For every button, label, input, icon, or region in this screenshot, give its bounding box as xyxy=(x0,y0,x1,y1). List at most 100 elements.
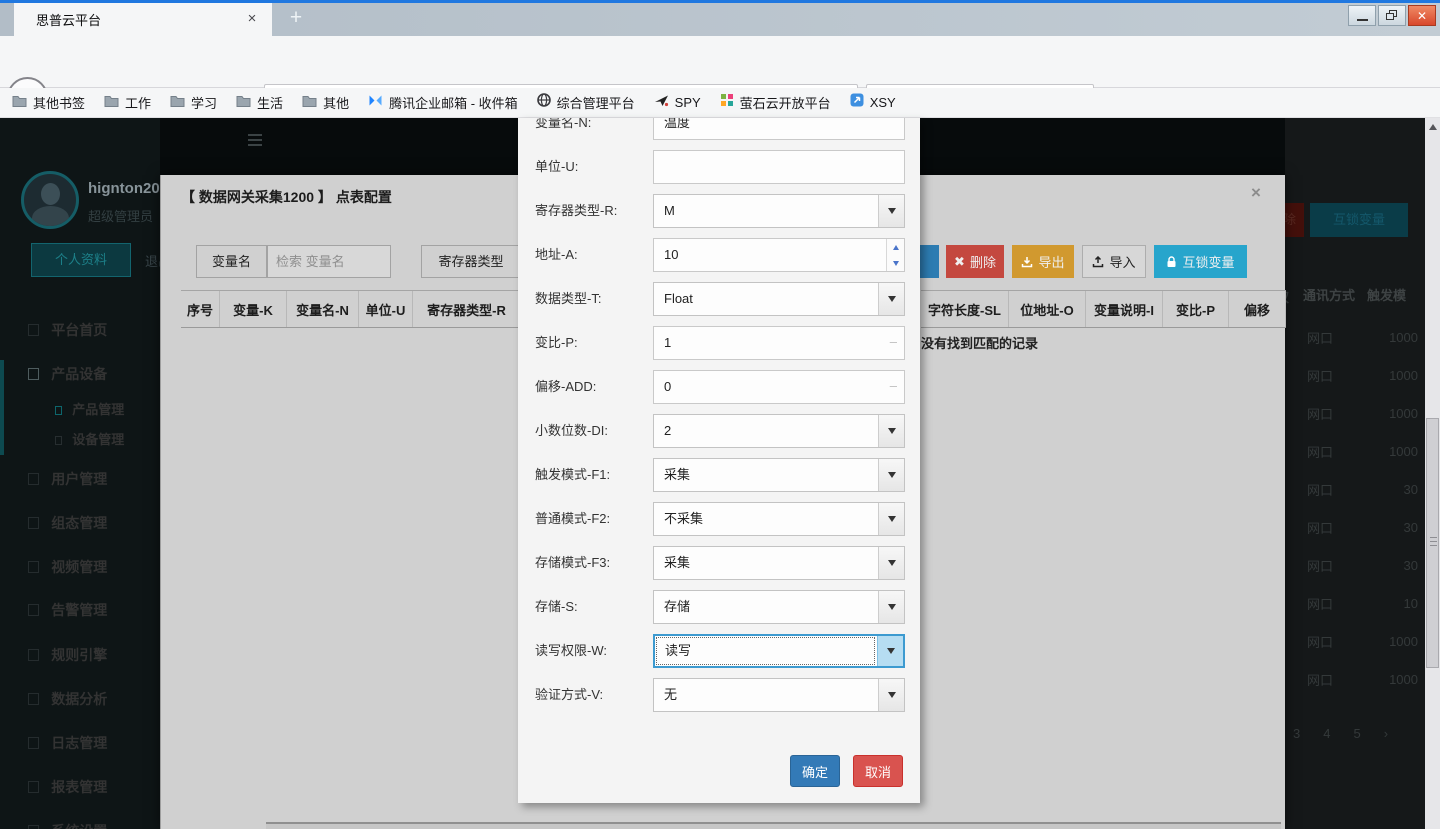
sidebar-item-产品管理[interactable]: 产品管理 xyxy=(0,395,160,425)
minimize-button[interactable] xyxy=(1348,5,1376,26)
cancel-button[interactable]: 取消 xyxy=(853,755,903,787)
field-storage[interactable]: 存储 xyxy=(653,590,905,624)
page-number[interactable]: 3 xyxy=(1293,726,1300,741)
field-trigger-mode[interactable]: 采集 xyxy=(653,458,905,492)
dropdown-arrow-button[interactable] xyxy=(878,503,904,535)
bookmark-item[interactable]: 萤石云开放平台 xyxy=(720,93,831,112)
storage-select[interactable]: 存储 xyxy=(653,590,905,624)
field-offset[interactable]: 0– xyxy=(653,370,905,404)
page-number[interactable]: › xyxy=(1384,726,1388,741)
delete-button[interactable]: ✖删除 xyxy=(946,245,1004,278)
export-button[interactable]: 导出 xyxy=(1012,245,1074,278)
scrollbar-up-arrow[interactable] xyxy=(1429,124,1437,130)
bookmark-item[interactable]: SPY xyxy=(654,94,701,112)
column-header[interactable]: 位地址-O xyxy=(1009,291,1086,327)
column-header[interactable]: 变比-P xyxy=(1163,291,1229,327)
tab-close-icon[interactable]: × xyxy=(242,10,262,30)
sidebar-item-平台首页[interactable]: 平台首页 xyxy=(0,315,160,345)
user-avatar[interactable] xyxy=(21,171,79,229)
bookmark-item[interactable]: 生活 xyxy=(236,93,283,112)
column-header[interactable]: 变量-K xyxy=(220,291,287,327)
offset-input[interactable]: 0 xyxy=(653,370,905,404)
page-number[interactable]: 5 xyxy=(1353,726,1360,741)
dropdown-arrow-button[interactable] xyxy=(878,679,904,711)
scrollbar-thumb[interactable] xyxy=(1426,418,1439,668)
normal-mode-select[interactable]: 不采集 xyxy=(653,502,905,536)
register-type-select[interactable]: M xyxy=(653,194,905,228)
verify-mode-select[interactable]: 无 xyxy=(653,678,905,712)
spin-down-button[interactable] xyxy=(887,255,904,271)
field-verify-mode[interactable]: 无 xyxy=(653,678,905,712)
trigger-mode-select[interactable]: 采集 xyxy=(653,458,905,492)
restore-button[interactable] xyxy=(1378,5,1406,26)
variable-name-input[interactable]: 温度 xyxy=(653,118,905,140)
number-spinner[interactable] xyxy=(886,239,904,271)
bookmark-item[interactable]: 综合管理平台 xyxy=(537,93,635,112)
filter-variable-button[interactable]: 变量名 xyxy=(196,245,267,278)
sidebar-item-视频管理[interactable]: 视频管理 xyxy=(0,552,160,582)
sidebar-item-数据分析[interactable]: 数据分析 xyxy=(0,684,160,714)
sidebar-item-用户管理[interactable]: 用户管理 xyxy=(0,464,160,494)
field-register-type[interactable]: M xyxy=(653,194,905,228)
field-ratio[interactable]: 1– xyxy=(653,326,905,360)
column-header[interactable]: 变量名-N xyxy=(287,291,359,327)
panel-close-icon[interactable]: × xyxy=(1251,183,1261,203)
bookmark-item[interactable]: 腾讯企业邮箱 - 收件箱 xyxy=(368,93,518,112)
sidebar-item-设备管理[interactable]: 设备管理 xyxy=(0,425,160,455)
sidebar-item-报表管理[interactable]: 报表管理 xyxy=(0,772,160,802)
dropdown-arrow-button[interactable] xyxy=(878,547,904,579)
data-type-select[interactable]: Float xyxy=(653,282,905,316)
confirm-button[interactable]: 确定 xyxy=(790,755,840,787)
collapse-sidebar-icon[interactable] xyxy=(248,134,262,149)
field-unit[interactable] xyxy=(653,150,905,184)
unit-input[interactable] xyxy=(653,150,905,184)
field-address[interactable]: 10 xyxy=(653,238,905,272)
sidebar-item-告警管理[interactable]: 告警管理 xyxy=(0,595,160,625)
decimals-select[interactable]: 2 xyxy=(653,414,905,448)
column-header[interactable]: 字符长度-SL xyxy=(921,291,1009,327)
sidebar-item-系统设置[interactable]: 系统设置 xyxy=(0,816,160,829)
bookmark-item[interactable]: 工作 xyxy=(104,93,151,112)
profile-button[interactable]: 个人资料 xyxy=(31,243,131,277)
column-header[interactable]: 变量说明-I xyxy=(1086,291,1163,327)
column-header[interactable]: 序号 xyxy=(181,291,220,327)
column-header[interactable]: 寄存器类型-R xyxy=(413,291,521,327)
dropdown-arrow-button[interactable] xyxy=(878,195,904,227)
column-header[interactable]: 偏移 xyxy=(1229,291,1286,327)
browser-tab[interactable]: 思普云平台 × xyxy=(14,3,272,36)
bookmark-item[interactable]: 其他书签 xyxy=(12,93,85,112)
bookmark-item[interactable]: 其他 xyxy=(302,93,349,112)
sidebar-item-日志管理[interactable]: 日志管理 xyxy=(0,728,160,758)
field-decimals[interactable]: 2 xyxy=(653,414,905,448)
page-scrollbar[interactable] xyxy=(1425,118,1440,829)
import-button[interactable]: 导入 xyxy=(1082,245,1146,278)
column-header[interactable]: 单位-U xyxy=(359,291,413,327)
page-number[interactable]: 4 xyxy=(1323,726,1330,741)
dropdown-arrow-button[interactable] xyxy=(878,459,904,491)
dropdown-arrow-button[interactable] xyxy=(878,415,904,447)
ratio-input[interactable]: 1 xyxy=(653,326,905,360)
filter-register-button[interactable]: 寄存器类型 xyxy=(421,245,521,278)
field-normal-mode[interactable]: 不采集 xyxy=(653,502,905,536)
rw-permission-select[interactable]: 读写 xyxy=(653,634,905,668)
address-input[interactable]: 10 xyxy=(653,238,905,272)
field-storage-mode[interactable]: 采集 xyxy=(653,546,905,580)
variable-search-input[interactable] xyxy=(267,245,391,278)
close-window-button[interactable]: ✕ xyxy=(1408,5,1436,26)
dropdown-arrow-button[interactable] xyxy=(877,636,903,666)
field-data-type[interactable]: Float xyxy=(653,282,905,316)
field-rw-permission[interactable]: 读写 xyxy=(653,634,905,668)
bookmark-item[interactable]: 学习 xyxy=(170,93,217,112)
new-tab-button[interactable]: + xyxy=(282,6,310,32)
interlock-variable-button[interactable]: 互锁变量 xyxy=(1154,245,1247,278)
dropdown-arrow-button[interactable] xyxy=(878,591,904,623)
field-variable-name[interactable]: 温度 xyxy=(653,118,905,140)
background-interlock-button[interactable]: 互锁变量 xyxy=(1310,203,1408,237)
background-delete-button[interactable]: 删除 xyxy=(1285,203,1304,237)
dropdown-arrow-button[interactable] xyxy=(878,283,904,315)
storage-mode-select[interactable]: 采集 xyxy=(653,546,905,580)
sidebar-item-规则引擎[interactable]: 规则引擎 xyxy=(0,640,160,670)
sidebar-item-产品设备[interactable]: 产品设备 xyxy=(0,359,160,389)
spin-up-button[interactable] xyxy=(887,239,904,255)
sidebar-item-组态管理[interactable]: 组态管理 xyxy=(0,508,160,538)
